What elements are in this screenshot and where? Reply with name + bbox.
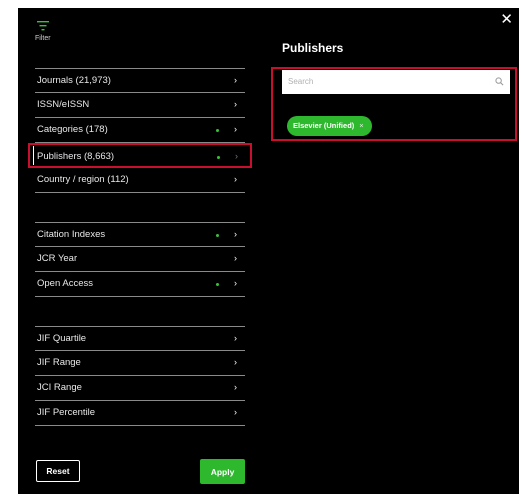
active-filter-dot-icon <box>216 129 219 132</box>
nav-item-label: Journals (21,973) <box>37 75 111 86</box>
nav-item-label: Citation Indexes <box>37 229 106 240</box>
nav-item-jif-percentile[interactable]: JIF Percentile › <box>35 401 245 426</box>
chip-remove-icon[interactable]: × <box>359 121 363 130</box>
nav-item-label: Publishers (8,663) <box>37 151 115 162</box>
active-filter-dot-icon <box>216 283 219 286</box>
nav-item-jcr-year[interactable]: JCR Year › <box>35 247 245 272</box>
chevron-right-icon: › <box>234 75 237 85</box>
nav-item-open-access[interactable]: Open Access › <box>35 272 245 297</box>
apply-button[interactable]: Apply <box>200 459 245 484</box>
chevron-right-icon: › <box>235 151 238 161</box>
close-icon[interactable]: ✕ <box>500 12 513 27</box>
nav-item-label: JCI Range <box>37 382 82 393</box>
nav-item-label: Open Access <box>37 278 93 289</box>
nav-item-jif-range[interactable]: JIF Range › <box>35 351 245 376</box>
nav-group-2: Citation Indexes › JCR Year › Open Acces… <box>35 222 245 297</box>
nav-group-1: Journals (21,973) › ISSN/eISSN › Categor… <box>28 68 252 193</box>
nav-item-journals[interactable]: Journals (21,973) › <box>35 68 245 93</box>
nav-item-label: JIF Range <box>37 357 81 368</box>
active-filter-dot-icon <box>217 156 220 159</box>
chevron-right-icon: › <box>234 333 237 343</box>
nav-item-country-region[interactable]: Country / region (112) › <box>35 168 245 193</box>
filter-label: Filter <box>35 35 51 42</box>
nav-item-label: JIF Percentile <box>37 407 96 418</box>
nav-item-label: Country / region (112) <box>37 174 129 185</box>
search-box <box>282 70 510 94</box>
chevron-right-icon: › <box>234 124 237 134</box>
search-icon[interactable] <box>495 77 504 86</box>
nav-item-jif-quartile[interactable]: JIF Quartile › <box>35 326 245 351</box>
filter-panel: Filter ✕ Journals (21,973) › ISSN/eISSN … <box>18 8 519 494</box>
nav-item-label: JCR Year <box>37 253 78 264</box>
chevron-right-icon: › <box>234 382 237 392</box>
chevron-right-icon: › <box>234 253 237 263</box>
chevron-right-icon: › <box>234 174 237 184</box>
nav-group-3: JIF Quartile › JIF Range › JCI Range › J… <box>35 326 245 426</box>
search-input[interactable] <box>282 70 482 92</box>
nav-item-label: Categories (178) <box>37 124 108 135</box>
nav-item-label: JIF Quartile <box>37 333 87 344</box>
chevron-right-icon: › <box>234 99 237 109</box>
nav-item-issn[interactable]: ISSN/eISSN › <box>35 93 245 118</box>
chip-label: Elsevier (Unified) <box>293 121 355 130</box>
publishers-title: Publishers <box>282 41 344 55</box>
chevron-right-icon: › <box>234 407 237 417</box>
filter-icon[interactable] <box>35 20 51 32</box>
active-filter-dot-icon <box>216 234 219 237</box>
nav-item-citation-indexes[interactable]: Citation Indexes › <box>35 222 245 247</box>
selected-publisher-chip[interactable]: Elsevier (Unified) × <box>287 116 372 136</box>
chevron-right-icon: › <box>234 278 237 288</box>
selection-indicator <box>33 146 34 165</box>
nav-item-publishers[interactable]: Publishers (8,663) › <box>28 143 252 168</box>
nav-item-jci-range[interactable]: JCI Range › <box>35 376 245 401</box>
publishers-search-area: Elsevier (Unified) × <box>271 67 517 141</box>
nav-item-categories[interactable]: Categories (178) › <box>35 118 245 143</box>
chevron-right-icon: › <box>234 357 237 367</box>
reset-button[interactable]: Reset <box>36 460 80 482</box>
nav-item-label: ISSN/eISSN <box>37 99 90 110</box>
chevron-right-icon: › <box>234 229 237 239</box>
